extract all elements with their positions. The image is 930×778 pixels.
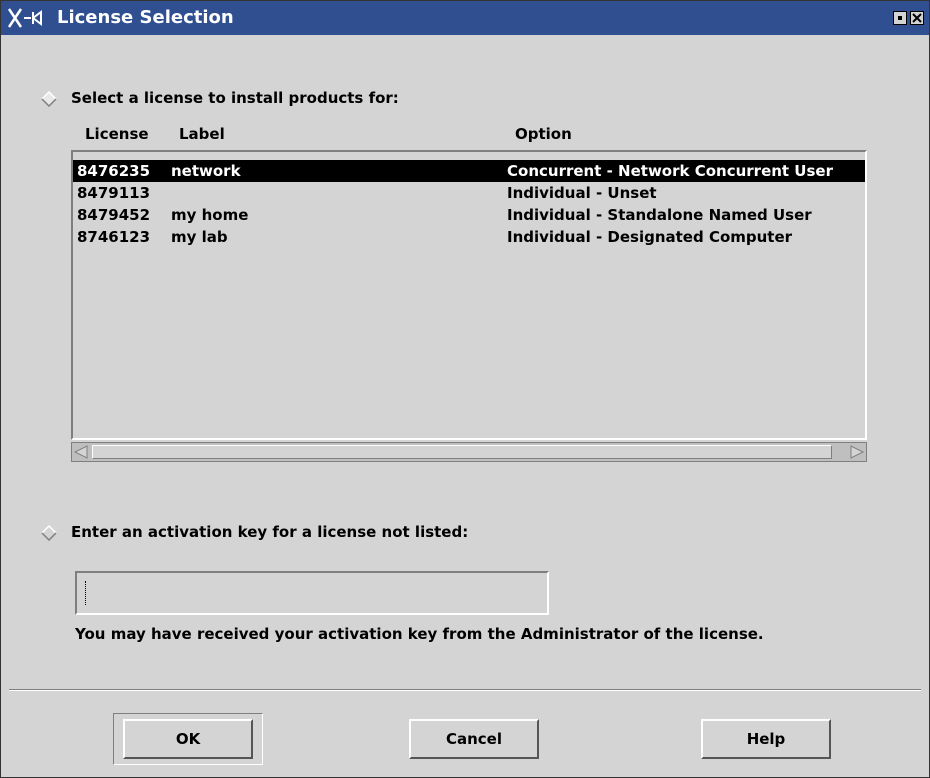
column-header-option: Option (515, 125, 572, 143)
license-selection-window: License Selection Select a license to in… (0, 0, 930, 778)
select-license-label[interactable]: Select a license to install products for… (71, 89, 399, 107)
license-option: Individual - Designated Computer (507, 228, 793, 246)
select-license-radio[interactable] (41, 91, 57, 107)
license-number: 8476235 (77, 162, 151, 180)
license-number: 8479113 (77, 184, 151, 202)
horizontal-scrollbar[interactable] (71, 442, 867, 462)
license-row[interactable]: 8479452 my home Individual - Standalone … (73, 204, 865, 226)
column-header-license: License (85, 125, 149, 143)
license-option: Concurrent - Network Concurrent User (507, 162, 833, 180)
help-button[interactable]: Help (701, 719, 831, 759)
minimize-button[interactable] (893, 11, 907, 25)
close-button[interactable] (910, 11, 924, 25)
license-label: my lab (171, 228, 228, 246)
license-row[interactable]: 8476235 network Concurrent - Network Con… (73, 160, 865, 182)
column-header-label: Label (179, 125, 225, 143)
license-label: my home (171, 206, 249, 224)
scrollbar-thumb[interactable] (92, 445, 832, 459)
x-window-logo-icon[interactable] (7, 7, 47, 29)
scroll-left-arrow-icon[interactable] (73, 444, 89, 460)
license-list[interactable]: 8476235 network Concurrent - Network Con… (71, 150, 867, 440)
activation-key-radio[interactable] (41, 525, 57, 541)
button-separator (9, 689, 921, 691)
license-label: network (171, 162, 241, 180)
scroll-right-arrow-icon[interactable] (849, 444, 865, 460)
activation-key-hint: You may have received your activation ke… (75, 625, 764, 643)
title-bar[interactable]: License Selection (1, 1, 929, 35)
text-cursor (85, 581, 88, 605)
ok-button[interactable]: OK (123, 719, 253, 759)
license-option: Individual - Unset (507, 184, 657, 202)
activation-key-label[interactable]: Enter an activation key for a license no… (71, 523, 468, 541)
dialog-body: Select a license to install products for… (9, 41, 921, 767)
activation-key-input[interactable] (75, 571, 549, 615)
cancel-button[interactable]: Cancel (409, 719, 539, 759)
license-number: 8479452 (77, 206, 151, 224)
window-title: License Selection (57, 7, 234, 28)
license-row[interactable]: 8479113 Individual - Unset (73, 182, 865, 204)
license-row[interactable]: 8746123 my lab Individual - Designated C… (73, 226, 865, 248)
license-number: 8746123 (77, 228, 151, 246)
license-option: Individual - Standalone Named User (507, 206, 812, 224)
close-icon (912, 13, 922, 23)
